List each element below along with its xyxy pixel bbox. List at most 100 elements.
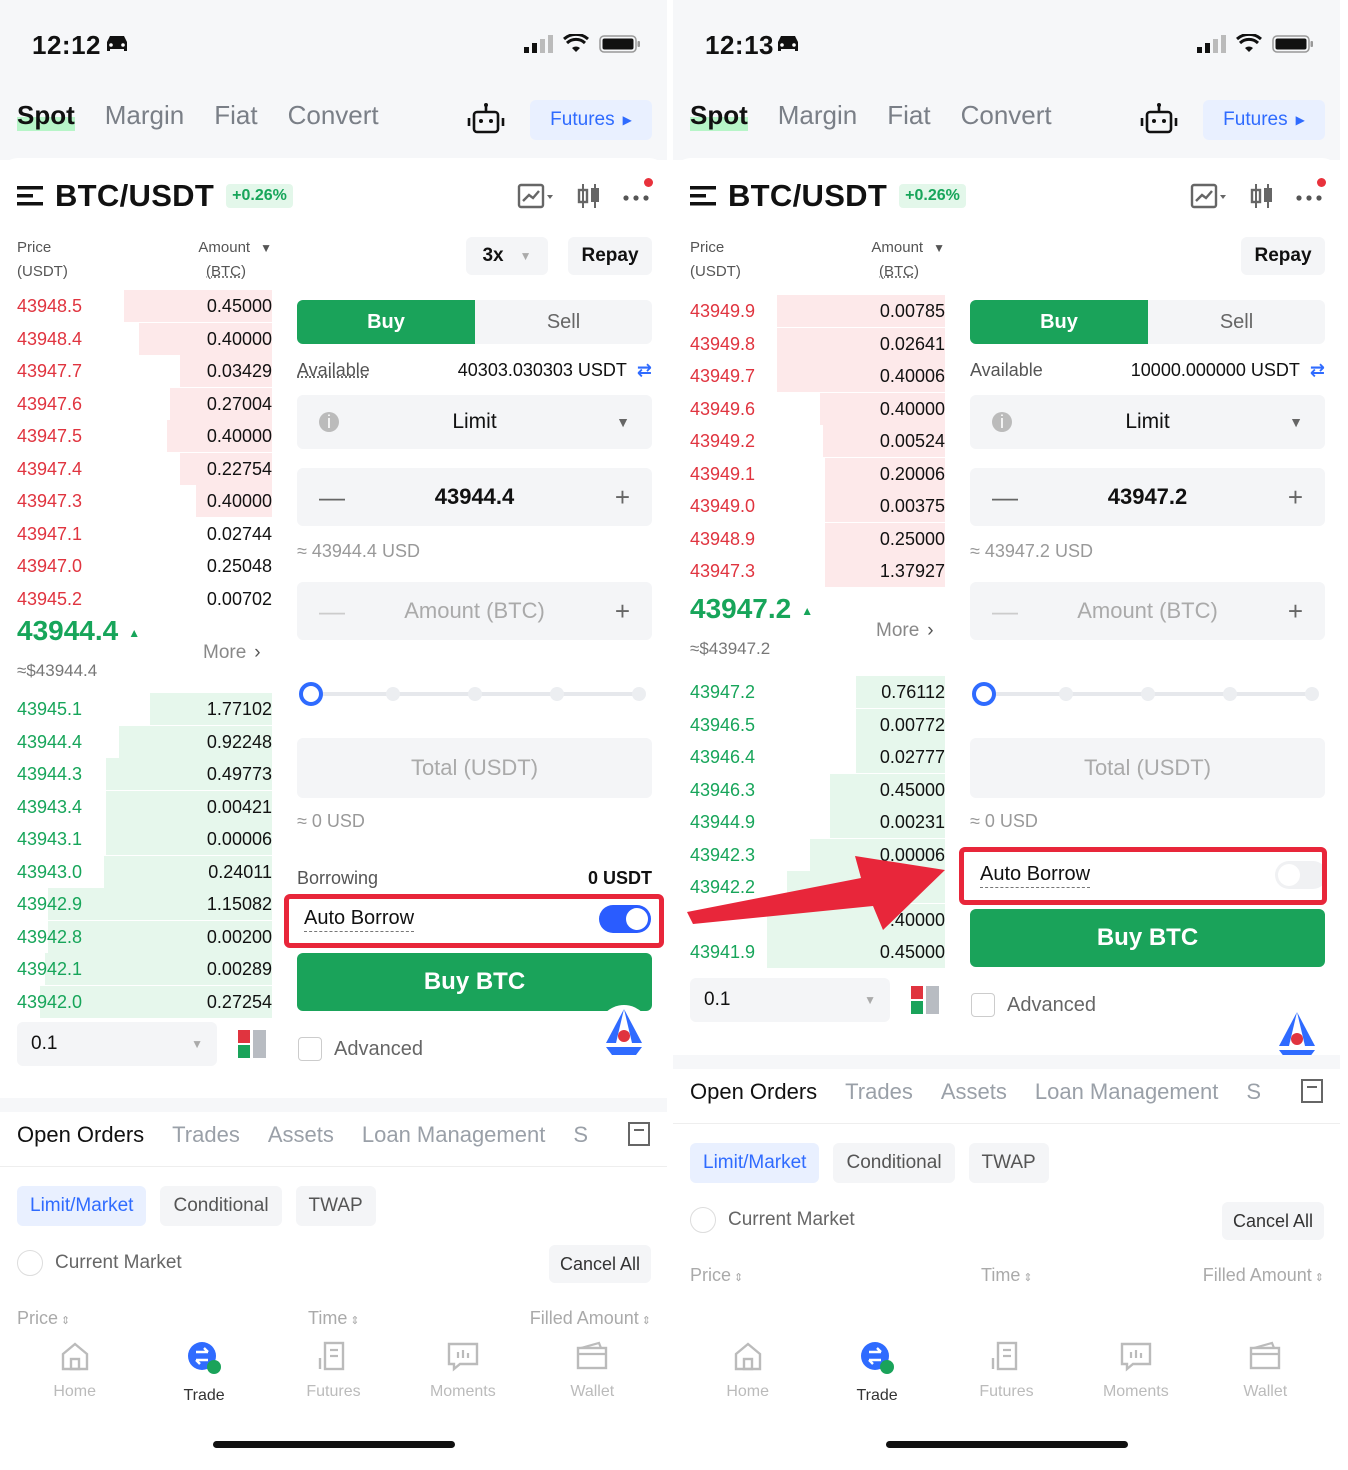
info-icon[interactable]: i [319, 412, 339, 432]
bid-row[interactable]: 43946.3 0.45000 [690, 773, 945, 806]
bid-row[interactable]: 43944.3 0.49773 [17, 758, 272, 790]
tab-convert[interactable]: Convert [961, 100, 1052, 131]
total-field[interactable]: Total (USDT) [297, 738, 652, 798]
nav-wallet[interactable]: Wallet [1210, 1340, 1320, 1405]
tab-convert[interactable]: Convert [288, 100, 379, 131]
current-market-filter[interactable]: Current Market [17, 1250, 182, 1276]
col-filled[interactable]: Filled Amount ⇕ [1203, 1265, 1324, 1286]
order-type-select[interactable]: i Limit ▼ [970, 395, 1325, 449]
orders-tab-4[interactable]: S [573, 1122, 588, 1148]
bid-row[interactable]: 43942.9 1.15082 [17, 888, 272, 920]
nav-moments[interactable]: Moments [408, 1340, 518, 1405]
more-options-icon[interactable] [623, 190, 649, 208]
price-field[interactable]: — 43947.2 + [970, 468, 1325, 526]
buy-btc-button[interactable]: Buy BTC [970, 909, 1325, 967]
bid-row[interactable]: 43942.1 0.00289 [17, 953, 272, 985]
candlestick-icon[interactable] [577, 182, 601, 215]
bid-row[interactable]: 43943.1 0.00006 [17, 823, 272, 855]
col-price[interactable]: Price ⇕ [17, 1308, 70, 1329]
cancel-all-button[interactable]: Cancel All [1221, 1202, 1324, 1240]
ask-row[interactable]: 43947.3 1.37927 [690, 555, 945, 587]
col-time[interactable]: Time ⇕ [981, 1265, 1033, 1286]
ask-row[interactable]: 43949.8 0.02641 [690, 327, 945, 360]
nav-trade[interactable]: Trade [822, 1340, 932, 1405]
advanced-checkbox[interactable] [298, 1037, 322, 1061]
advanced-option[interactable]: Advanced [298, 1037, 423, 1061]
trading-bot-icon[interactable] [466, 102, 506, 138]
amount-slider[interactable] [297, 679, 652, 709]
advanced-checkbox[interactable] [971, 993, 995, 1017]
pair-header[interactable]: BTC/USDT +0.26% [690, 178, 966, 214]
chip-1[interactable]: Conditional [160, 1186, 282, 1226]
orderbook-layout-icon[interactable] [238, 1030, 266, 1063]
ask-row[interactable]: 43949.2 0.00524 [690, 425, 945, 457]
orders-tab-0[interactable]: Open Orders [17, 1122, 144, 1148]
orders-tab-2[interactable]: Assets [941, 1079, 1007, 1105]
chip-2[interactable]: TWAP [968, 1143, 1049, 1183]
amount-slider[interactable] [970, 679, 1325, 709]
leverage-select[interactable]: 3x ▼ [466, 237, 548, 275]
ask-row[interactable]: 43947.7 0.03429 [17, 355, 272, 387]
buy-tab[interactable]: Buy [297, 300, 475, 344]
ask-row[interactable]: 43949.6 0.40000 [690, 392, 945, 425]
ask-row[interactable]: 43949.0 0.00375 [690, 490, 945, 522]
minus-icon[interactable]: — [319, 596, 345, 627]
current-market-radio[interactable] [690, 1207, 716, 1233]
ask-row[interactable]: 43947.1 0.02744 [17, 518, 272, 550]
ask-row[interactable]: 43949.9 0.00785 [690, 295, 945, 327]
chip-0[interactable]: Limit/Market [17, 1186, 147, 1226]
nav-moments[interactable]: Moments [1081, 1340, 1191, 1405]
floating-app-logo-icon[interactable] [1269, 1006, 1325, 1062]
bid-row[interactable]: 43941.9 0.45000 [690, 936, 945, 968]
nav-futures[interactable]: Futures [951, 1340, 1061, 1405]
tab-spot[interactable]: Spot [690, 100, 748, 131]
more-button[interactable]: More › [876, 620, 934, 642]
order-history-icon[interactable] [1301, 1079, 1323, 1108]
orders-tab-2[interactable]: Assets [268, 1122, 334, 1148]
price-field[interactable]: — 43944.4 + [297, 468, 652, 526]
chart-icon[interactable] [517, 182, 555, 215]
ask-row[interactable]: 43949.7 0.40006 [690, 360, 945, 392]
amount-header[interactable]: Amount ▼ (BTC) [198, 236, 272, 284]
price-input-value[interactable]: 43944.4 [435, 484, 515, 510]
total-placeholder[interactable]: Total (USDT) [411, 755, 538, 781]
nav-wallet[interactable]: Wallet [537, 1340, 647, 1405]
tab-margin[interactable]: Margin [778, 100, 857, 131]
nav-trade[interactable]: Trade [149, 1340, 259, 1405]
depth-select[interactable]: 0.1 ▼ [17, 1022, 217, 1066]
bid-row[interactable]: 43945.1 1.77102 [17, 693, 272, 725]
cancel-all-button[interactable]: Cancel All [548, 1245, 651, 1283]
ask-row[interactable]: 43947.3 0.40000 [17, 485, 272, 517]
nav-home[interactable]: Home [20, 1340, 130, 1405]
pair-header[interactable]: BTC/USDT +0.26% [17, 178, 293, 214]
ask-row[interactable]: 43948.4 0.40000 [17, 322, 272, 355]
amount-field[interactable]: — Amount (BTC) + [970, 582, 1325, 640]
chart-icon[interactable] [1190, 182, 1228, 215]
orders-tab-0[interactable]: Open Orders [690, 1079, 817, 1105]
advanced-option[interactable]: Advanced [971, 993, 1096, 1017]
order-history-icon[interactable] [628, 1122, 650, 1151]
plus-icon[interactable]: + [615, 482, 630, 513]
amount-field[interactable]: — Amount (BTC) + [297, 582, 652, 640]
plus-icon[interactable]: + [1288, 482, 1303, 513]
orderbook-layout-icon[interactable] [911, 986, 939, 1019]
pair-menu-icon[interactable] [17, 185, 43, 207]
order-type-select[interactable]: i Limit ▼ [297, 395, 652, 449]
more-options-icon[interactable] [1296, 190, 1322, 208]
col-price[interactable]: Price ⇕ [690, 1265, 743, 1286]
chip-0[interactable]: Limit/Market [690, 1143, 820, 1183]
price-input-value[interactable]: 43947.2 [1108, 484, 1188, 510]
nav-futures[interactable]: Futures [278, 1340, 388, 1405]
transfer-icon[interactable]: ⇄ [637, 360, 652, 381]
plus-icon[interactable]: + [1288, 596, 1303, 627]
orders-tab-3[interactable]: Loan Management [362, 1122, 545, 1148]
buy-tab[interactable]: Buy [970, 300, 1148, 344]
futures-button[interactable]: Futures ▶ [530, 100, 652, 140]
chip-2[interactable]: TWAP [295, 1186, 376, 1226]
orders-tab-3[interactable]: Loan Management [1035, 1079, 1218, 1105]
pair-menu-icon[interactable] [690, 185, 716, 207]
current-market-filter[interactable]: Current Market [690, 1207, 855, 1233]
ask-row[interactable]: 43945.2 0.00702 [17, 583, 272, 615]
futures-button[interactable]: Futures ▶ [1203, 100, 1325, 140]
trading-bot-icon[interactable] [1139, 102, 1179, 138]
